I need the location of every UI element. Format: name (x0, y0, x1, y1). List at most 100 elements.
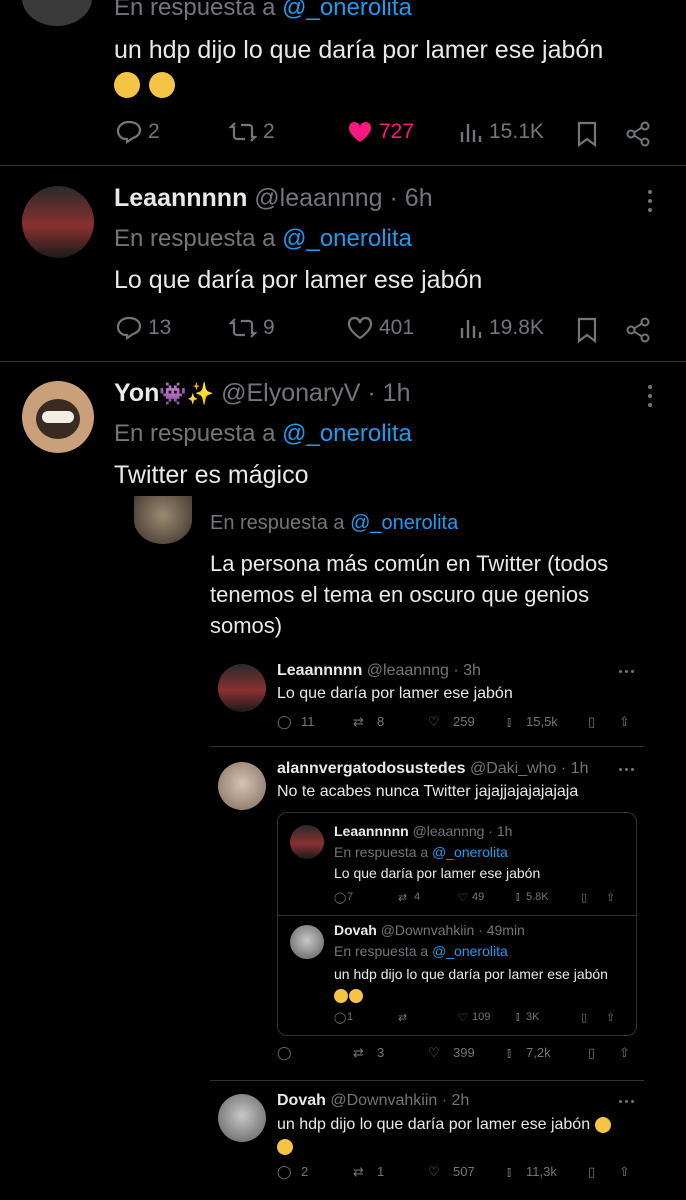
views-icon: ⫾ (507, 1045, 512, 1060)
like-button[interactable]: 401 (347, 316, 414, 340)
retweet-button[interactable]: 9 (229, 316, 275, 340)
bookmark-icon: ▯ (588, 1164, 596, 1179)
crying-emoji (114, 72, 140, 99)
share-icon: ⇧ (619, 1164, 630, 1179)
divider (210, 746, 644, 747)
bookmark-icon (577, 121, 597, 148)
heart-icon: ♡ (458, 1012, 468, 1024)
retweet-icon: ⇄ (353, 1045, 364, 1060)
heart-icon: ♡ (458, 892, 468, 904)
tweet-header: Yon👾✨ @ElyonaryV · 1h (114, 379, 411, 408)
crying-emoji (148, 72, 175, 99)
avatar[interactable] (22, 186, 94, 258)
reply-context: En respuesta a @_onerolita (114, 420, 412, 447)
tweet-text: Lo que daría por lamer ese jabón (277, 685, 513, 702)
share-icon: ⇧ (619, 714, 630, 729)
tweet-text: un hdp dijo lo que daría por lamer ese j… (277, 1114, 637, 1158)
reply-icon (116, 316, 142, 340)
more-options-icon (619, 670, 634, 673)
views-icon (460, 320, 482, 338)
avatar (218, 1094, 266, 1142)
avatar (218, 664, 266, 712)
retweet-icon (229, 318, 257, 338)
retweet-icon (229, 122, 257, 142)
name-emoji: 👾✨ (159, 381, 215, 406)
tweet-text: un hdp dijo lo que daría por lamer ese j… (114, 33, 674, 101)
like-button[interactable]: 727 (347, 120, 414, 144)
action-bar: ◯ 11 ⇄ 8 ♡ 259 ⫾ 15,5k ▯ ⇧ (277, 714, 630, 729)
handle[interactable]: @leaannng (254, 184, 382, 212)
reply-handle-link[interactable]: @_onerolita (282, 0, 412, 21)
reply-handle-link[interactable]: @_onerolita (282, 225, 412, 252)
crying-emoji (349, 989, 363, 1004)
avatar (290, 825, 324, 859)
tweet-header: alannvergatodosustedes @Daki_who · 1h (277, 760, 589, 777)
reply-icon: ◯ (277, 714, 292, 729)
action-bar: ◯ 2 ⇄ 1 ♡ 507 ⫾ 11,3k ▯ ⇧ (277, 1164, 630, 1179)
display-name[interactable]: Yon (114, 379, 159, 407)
bookmark-icon: ▯ (588, 714, 596, 729)
reply-icon (116, 120, 142, 144)
crying-emoji (334, 989, 348, 1004)
more-options-icon[interactable] (648, 190, 652, 212)
reply-icon: ◯ (277, 1045, 292, 1060)
views-icon (460, 124, 482, 142)
divider (210, 1080, 644, 1081)
bookmark-icon: ▯ (588, 1045, 596, 1060)
views-button[interactable]: 19.8K (459, 316, 544, 340)
share-icon: ⇧ (606, 892, 616, 904)
action-bar: ◯ 1 ⇄ ♡ 109 ⫾ 3K ▯ ⇧ (334, 1011, 616, 1024)
share-button[interactable] (625, 121, 651, 152)
bookmark-icon: ▯ (581, 1012, 588, 1024)
reply-button[interactable]: 2 (116, 120, 160, 144)
reply-icon: ◯ (334, 1012, 347, 1024)
tweet-header: Dovah @Downvahkiin · 2h (277, 1092, 470, 1109)
bookmark-button[interactable] (576, 317, 598, 348)
crying-emoji (277, 1138, 293, 1155)
timestamp[interactable]: · 6h (390, 184, 433, 212)
share-button[interactable] (625, 317, 651, 348)
crying-emoji (594, 1116, 611, 1133)
tweet-text: un hdp dijo lo que daría por lamer ese j… (334, 964, 624, 1006)
retweet-icon: ⇄ (353, 714, 364, 729)
tweet-text: Lo que daría por lamer ese jabón (334, 865, 541, 881)
display-name[interactable]: Leaannnnn (114, 184, 247, 212)
views-icon: ⫾ (507, 1164, 512, 1179)
divider (278, 915, 636, 916)
tweet-text: Lo que daría por lamer ese jabón (114, 266, 483, 294)
views-button[interactable]: 15.1K (459, 120, 544, 144)
bookmark-icon: ▯ (581, 892, 588, 904)
avatar[interactable] (22, 381, 94, 453)
reply-context: En respuesta a @_onerolita (334, 943, 508, 959)
heart-icon: ♡ (428, 1164, 440, 1179)
share-icon: ⇧ (619, 1045, 630, 1060)
heart-icon: ♡ (428, 1045, 440, 1060)
retweet-icon: ⇄ (398, 1012, 408, 1024)
tweet-text: No te acabes nunca Twitter jajajjajajaja… (277, 783, 579, 800)
retweet-button[interactable]: 2 (229, 120, 275, 144)
avatar (218, 762, 266, 810)
bookmark-icon (577, 317, 597, 344)
share-icon (626, 317, 650, 343)
reply-context: En respuesta a @_onerolita (334, 844, 508, 860)
views-icon: ⫾ (516, 891, 520, 903)
tweet-header: Leaannnnn @leaannng · 1h (334, 823, 513, 839)
heart-icon (347, 316, 373, 340)
share-icon: ⇧ (606, 1012, 616, 1024)
avatar[interactable] (22, 0, 92, 26)
reply-icon: ◯ (277, 1164, 292, 1179)
bookmark-button[interactable] (576, 121, 598, 152)
timestamp[interactable]: · 1h (367, 379, 410, 407)
tweet-header: Leaannnnn @leaannng · 3h (277, 662, 481, 679)
attached-screenshot[interactable]: En respuesta a @_onerolita La persona má… (114, 496, 654, 1200)
reply-button[interactable]: 13 (116, 316, 171, 340)
retweet-icon: ⇄ (353, 1164, 364, 1179)
reply-handle-link[interactable]: @_onerolita (282, 420, 412, 447)
handle[interactable]: @ElyonaryV (221, 379, 360, 407)
tweet-header: Dovah @Downvahkiin · 49min (334, 922, 525, 938)
divider (0, 165, 686, 166)
heart-icon: ♡ (428, 714, 440, 729)
avatar (290, 925, 324, 959)
more-options-icon[interactable] (648, 385, 652, 407)
action-bar: ◯ 7 ⇄ 4 ♡ 49 ⫾ 5.8K ▯ ⇧ (334, 891, 616, 904)
